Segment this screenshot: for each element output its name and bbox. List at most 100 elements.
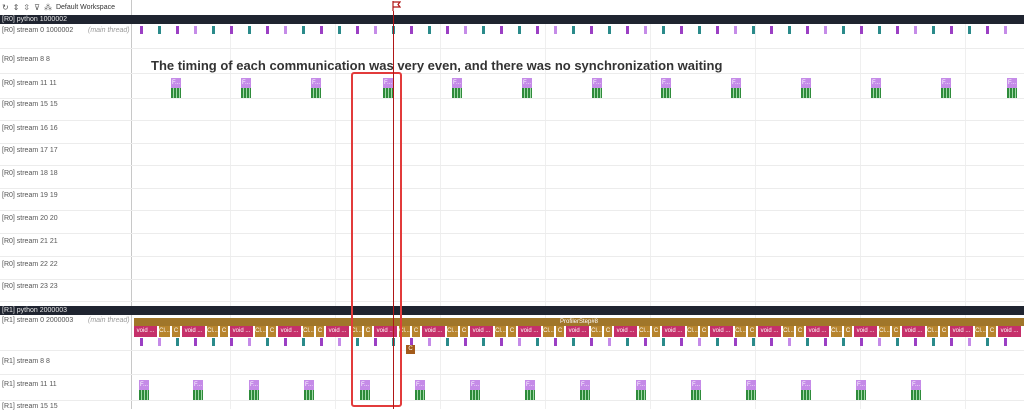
event-tick[interactable] <box>572 338 575 346</box>
void-kernel-segment[interactable]: void ... <box>950 326 974 337</box>
event-tick[interactable] <box>140 26 143 34</box>
kernel-block[interactable]: F... <box>249 380 259 400</box>
kernel-block[interactable]: F... <box>592 78 602 98</box>
event-tick[interactable] <box>338 338 341 346</box>
event-tick[interactable] <box>824 26 827 34</box>
event-tick[interactable] <box>662 338 665 346</box>
kernel-block[interactable]: F... <box>661 78 671 98</box>
kernel-block[interactable]: F... <box>801 78 811 98</box>
row-label[interactable]: [R0] stream 17 17 <box>2 147 58 154</box>
event-tick[interactable] <box>248 26 251 34</box>
kernel-block[interactable]: F... <box>856 380 866 400</box>
op-segment[interactable]: C <box>988 326 997 337</box>
event-tick[interactable] <box>554 26 557 34</box>
void-kernel-segment[interactable]: void ... <box>326 326 350 337</box>
event-tick[interactable] <box>662 26 665 34</box>
event-tick[interactable] <box>572 26 575 34</box>
op-segment[interactable]: C <box>508 326 517 337</box>
op-segment[interactable]: Cl... <box>783 326 795 337</box>
event-tick[interactable] <box>968 26 971 34</box>
event-tick[interactable] <box>284 338 287 346</box>
event-tick[interactable] <box>950 26 953 34</box>
op-segment[interactable]: Cl... <box>639 326 651 337</box>
void-kernel-segment[interactable]: void ... <box>230 326 254 337</box>
event-tick[interactable] <box>608 338 611 346</box>
event-tick[interactable] <box>842 26 845 34</box>
event-tick[interactable] <box>428 26 431 34</box>
event-tick[interactable] <box>1004 338 1007 346</box>
event-tick[interactable] <box>176 338 179 346</box>
row-label[interactable]: [R0] stream 21 21 <box>2 238 58 245</box>
event-tick[interactable] <box>302 26 305 34</box>
op-segment[interactable]: Cl... <box>591 326 603 337</box>
event-tick[interactable] <box>500 338 503 346</box>
event-tick[interactable] <box>536 338 539 346</box>
kernel-block[interactable]: F... <box>415 380 425 400</box>
void-kernel-segment[interactable]: void ... <box>902 326 926 337</box>
event-tick[interactable] <box>968 338 971 346</box>
event-tick[interactable] <box>230 338 233 346</box>
flag-icon[interactable] <box>391 1 401 11</box>
event-tick[interactable] <box>770 26 773 34</box>
op-segment[interactable]: C <box>556 326 565 337</box>
void-kernel-segment[interactable]: void ... <box>758 326 782 337</box>
void-kernel-segment[interactable]: void ... <box>614 326 638 337</box>
void-kernel-segment[interactable]: void ... <box>998 326 1022 337</box>
event-tick[interactable] <box>464 338 467 346</box>
event-tick[interactable] <box>302 338 305 346</box>
event-tick[interactable] <box>914 26 917 34</box>
op-segment[interactable]: C <box>460 326 469 337</box>
event-tick[interactable] <box>770 338 773 346</box>
event-tick[interactable] <box>212 26 215 34</box>
row-label[interactable]: [R0] stream 11 11 <box>2 80 57 87</box>
event-tick[interactable] <box>428 338 431 346</box>
event-tick[interactable] <box>176 26 179 34</box>
event-tick[interactable] <box>212 338 215 346</box>
process-header-r0[interactable]: [R0] python 1000002 <box>0 15 1024 24</box>
kernel-block[interactable]: F... <box>522 78 532 98</box>
event-tick[interactable] <box>806 26 809 34</box>
event-tick[interactable] <box>482 338 485 346</box>
event-tick[interactable] <box>230 26 233 34</box>
op-segment[interactable]: Cl... <box>831 326 843 337</box>
event-tick[interactable] <box>1004 26 1007 34</box>
void-kernel-segment[interactable]: void ... <box>662 326 686 337</box>
event-tick[interactable] <box>374 26 377 34</box>
row-label[interactable]: [R0] stream 16 16 <box>2 125 58 132</box>
op-segment[interactable]: C <box>892 326 901 337</box>
event-tick[interactable] <box>860 26 863 34</box>
event-tick[interactable] <box>698 26 701 34</box>
event-tick[interactable] <box>518 26 521 34</box>
op-segment[interactable]: Cl... <box>447 326 459 337</box>
kernel-block[interactable]: F... <box>304 380 314 400</box>
event-tick[interactable] <box>194 338 197 346</box>
op-segment[interactable]: Cl... <box>927 326 939 337</box>
op-segment[interactable]: Cl... <box>495 326 507 337</box>
kernel-block[interactable]: F... <box>911 380 921 400</box>
row-label[interactable]: [R1] stream 0 2000003 <box>2 317 73 324</box>
row-label[interactable]: [R0] stream 22 22 <box>2 261 58 268</box>
void-kernel-segment[interactable]: void ... <box>710 326 734 337</box>
event-tick[interactable] <box>590 338 593 346</box>
kernel-block[interactable]: F... <box>636 380 646 400</box>
event-tick[interactable] <box>644 26 647 34</box>
process-header-r1[interactable]: [R1] python 2000003 <box>0 306 1024 315</box>
event-tick[interactable] <box>932 338 935 346</box>
event-tick[interactable] <box>788 26 791 34</box>
event-tick[interactable] <box>950 338 953 346</box>
op-segment[interactable]: C <box>940 326 949 337</box>
op-segment[interactable]: C <box>652 326 661 337</box>
op-segment[interactable]: Cl... <box>879 326 891 337</box>
kernel-block[interactable]: F... <box>1007 78 1017 98</box>
op-segment[interactable]: C <box>316 326 325 337</box>
void-kernel-segment[interactable]: void ... <box>422 326 446 337</box>
op-segment[interactable]: Cl... <box>207 326 219 337</box>
event-tick[interactable] <box>590 26 593 34</box>
event-tick[interactable] <box>644 338 647 346</box>
time-marker-line[interactable] <box>393 11 394 409</box>
row-label[interactable]: [R1] stream 11 11 <box>2 381 57 388</box>
event-tick[interactable] <box>446 26 449 34</box>
event-tick[interactable] <box>680 338 683 346</box>
event-tick[interactable] <box>716 26 719 34</box>
kernel-block[interactable]: F... <box>691 380 701 400</box>
